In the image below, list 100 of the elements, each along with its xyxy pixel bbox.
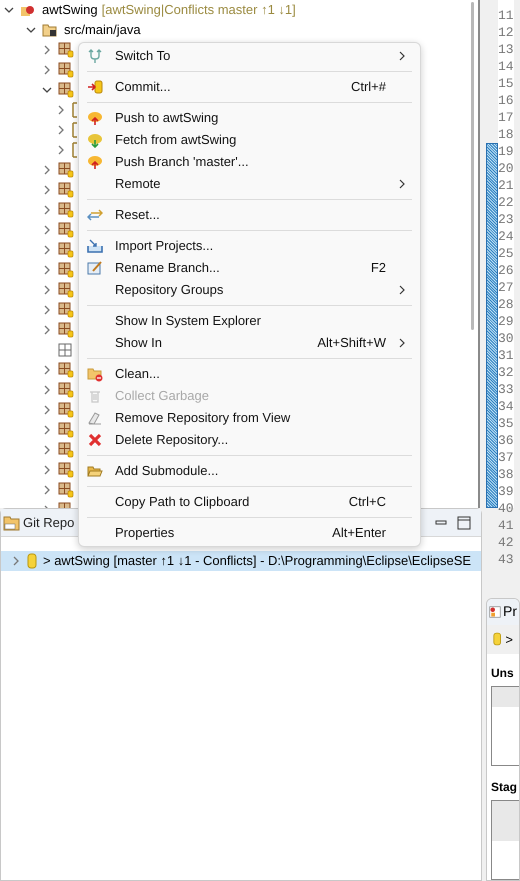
- chevron-right-icon[interactable]: [42, 305, 52, 315]
- menu-item[interactable]: Show In System Explorer: [79, 310, 420, 332]
- shortcut-label: Ctrl+C: [348, 493, 386, 512]
- package-icon: [58, 422, 74, 438]
- line-number: 17: [498, 109, 514, 126]
- line-number: 16: [498, 92, 514, 109]
- folder-icon: [72, 142, 77, 158]
- line-number: 11: [498, 7, 514, 24]
- chevron-right-icon[interactable]: [42, 265, 52, 275]
- menu-item[interactable]: Remote: [79, 173, 420, 195]
- chevron-right-icon[interactable]: [56, 125, 66, 135]
- menu-item[interactable]: Repository Groups: [79, 279, 420, 301]
- repository-label: >: [505, 630, 513, 649]
- chevron-down-icon[interactable]: [42, 85, 52, 95]
- repository-row[interactable]: > awtSwing [master ↑1 ↓1 - Conflicts] - D:\Programming\Eclipse\EclipseSE: [1, 551, 481, 571]
- line-number: 39: [498, 483, 514, 500]
- line-number: 14: [498, 58, 514, 75]
- shortcut-label: F2: [370, 259, 386, 278]
- chevron-right-icon[interactable]: [42, 405, 52, 415]
- chevron-right-icon[interactable]: [56, 145, 66, 155]
- staged-heading: Stag: [491, 779, 518, 796]
- cloud-upload-icon: [87, 110, 103, 126]
- line-number: 20: [498, 160, 514, 177]
- menu-item[interactable]: Remove Repository from View: [79, 407, 420, 429]
- package-icon: [58, 62, 74, 78]
- line-number: 13: [498, 41, 514, 58]
- package-icon: [58, 302, 74, 318]
- folder-icon: [72, 102, 77, 118]
- chevron-right-icon[interactable]: [42, 325, 52, 335]
- eraser-icon: [87, 410, 103, 426]
- menu-item[interactable]: Properties Alt+Enter: [79, 522, 420, 544]
- chevron-right-icon[interactable]: [42, 185, 52, 195]
- menu-item[interactable]: Delete Repository...: [79, 429, 420, 451]
- chevron-right-icon[interactable]: [42, 425, 52, 435]
- chevron-right-icon[interactable]: [42, 45, 52, 55]
- unstaged-heading: Uns: [491, 665, 515, 682]
- chevron-right-icon[interactable]: [42, 285, 52, 295]
- chevron-right-icon[interactable]: [42, 485, 52, 495]
- menu-item[interactable]: Reset...: [79, 204, 420, 226]
- package-icon: [58, 262, 74, 278]
- line-number: 34: [498, 398, 514, 415]
- commit-icon: [87, 79, 103, 95]
- package-icon: [58, 282, 74, 298]
- line-number: 25: [498, 245, 514, 262]
- menu-item[interactable]: Push Branch 'master'...: [79, 151, 420, 173]
- chevron-right-icon[interactable]: [42, 385, 52, 395]
- repository-icon: [493, 631, 502, 648]
- chevron-right-icon[interactable]: [42, 225, 52, 235]
- shortcut-label: Alt+Shift+W: [317, 334, 386, 352]
- line-number: 37: [498, 449, 514, 466]
- menu-item[interactable]: Push to awtSwing: [79, 107, 420, 129]
- line-number: 24: [498, 228, 514, 245]
- chevron-right-icon[interactable]: [42, 65, 52, 75]
- package-icon: [58, 222, 74, 238]
- repository-icon: [27, 553, 37, 569]
- git-folder-icon: [3, 514, 21, 530]
- menu-item[interactable]: Import Projects...: [79, 235, 420, 257]
- menu-item[interactable]: Add Submodule...: [79, 460, 420, 482]
- project-label: awtSwing: [42, 1, 98, 20]
- git-repositories-tab[interactable]: Git Repo: [23, 512, 74, 532]
- cloud-upload-icon: [87, 154, 103, 170]
- package-icon: [58, 382, 74, 398]
- menu-item[interactable]: Copy Path to Clipboard Ctrl+C: [79, 491, 420, 513]
- chevron-right-icon[interactable]: [42, 165, 52, 175]
- package-icon: [58, 242, 74, 258]
- package-icon: [58, 202, 74, 218]
- chevron-right-icon[interactable]: [42, 365, 52, 375]
- chevron-down-icon[interactable]: [4, 5, 14, 15]
- menu-item[interactable]: Rename Branch... F2: [79, 257, 420, 279]
- line-number: 36: [498, 432, 514, 449]
- shortcut-label: Alt+Enter: [332, 524, 386, 542]
- line-number: 27: [498, 279, 514, 296]
- menu-item[interactable]: Clean...: [79, 363, 420, 385]
- package-icon: [58, 182, 74, 198]
- package-icon: [58, 343, 72, 357]
- menu-item[interactable]: Show In Alt+Shift+W: [79, 332, 420, 354]
- maximize-icon[interactable]: [457, 516, 471, 530]
- line-number: 30: [498, 330, 514, 347]
- line-number: 21: [498, 177, 514, 194]
- line-number: 38: [498, 466, 514, 483]
- chevron-right-icon[interactable]: [42, 445, 52, 455]
- package-icon: [58, 42, 74, 58]
- shortcut-label: Ctrl+#: [350, 78, 386, 96]
- chevron-right-icon[interactable]: [42, 245, 52, 255]
- chevron-down-icon[interactable]: [26, 25, 36, 35]
- chevron-right-icon[interactable]: [42, 465, 52, 475]
- chevron-right-icon[interactable]: [56, 105, 66, 115]
- menu-item[interactable]: Switch To: [79, 45, 420, 67]
- menu-item[interactable]: Commit... Ctrl+#: [79, 76, 420, 98]
- menu-item[interactable]: Fetch from awtSwing: [79, 129, 420, 151]
- chevron-right-icon[interactable]: [42, 205, 52, 215]
- scrollbar[interactable]: [466, 0, 478, 508]
- package-icon: [58, 442, 74, 458]
- chevron-right-icon[interactable]: [11, 556, 21, 566]
- line-number: 31: [498, 347, 514, 364]
- staging-icon: [489, 604, 501, 620]
- line-number: 28: [498, 296, 514, 313]
- folder-icon: [72, 122, 77, 138]
- line-number: 43: [498, 551, 514, 568]
- cloud-download-icon: [87, 132, 103, 148]
